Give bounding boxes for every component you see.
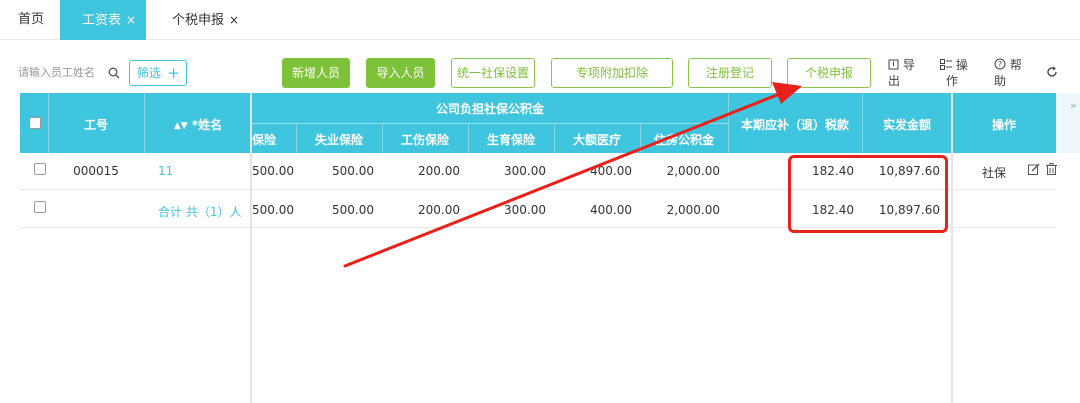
tab-label: 个税申报 bbox=[172, 13, 225, 28]
search-icon[interactable] bbox=[108, 60, 120, 86]
cell-medical: 400.00 bbox=[590, 203, 632, 217]
header-unemployment: 失业保险 bbox=[314, 133, 363, 147]
tool-label: 出 bbox=[888, 74, 901, 88]
header-name-label: *姓名 bbox=[191, 118, 223, 132]
close-icon[interactable]: × bbox=[229, 13, 239, 27]
header-divider bbox=[296, 123, 297, 153]
header-medical: 大额医疗 bbox=[572, 133, 621, 147]
social-link[interactable]: 社保 bbox=[982, 164, 1006, 181]
export-icon bbox=[888, 58, 899, 72]
close-icon[interactable]: × bbox=[126, 13, 136, 27]
help-icon: ? bbox=[994, 58, 1006, 72]
header-net-pay: 实发金额 bbox=[882, 118, 931, 132]
tab-tax-declare[interactable]: 个税申报 × bbox=[158, 0, 253, 40]
tool-label: 操 bbox=[955, 58, 968, 72]
tool-label: 导 bbox=[902, 58, 915, 72]
cell-total-count: 合计 共（1）人 bbox=[158, 205, 242, 219]
header-divider bbox=[862, 93, 863, 153]
header-emp-no[interactable]: 工号 bbox=[48, 116, 144, 133]
header-actions: 操作 bbox=[991, 118, 1016, 132]
trash-icon[interactable] bbox=[1046, 163, 1057, 178]
add-person-button[interactable]: 新增人员 bbox=[282, 58, 350, 88]
special-deduction-button[interactable]: 专项附加扣除 bbox=[551, 58, 673, 88]
help-tool[interactable]: ? 帮 助 bbox=[994, 57, 1028, 89]
import-person-button[interactable]: 导入人员 bbox=[366, 58, 435, 88]
cell-housing: 2,000.00 bbox=[666, 164, 720, 178]
cell-injury: 200.00 bbox=[418, 164, 460, 178]
tool-label: 作 bbox=[946, 74, 959, 88]
header-divider bbox=[48, 93, 49, 153]
operate-tool[interactable]: 操 作 bbox=[940, 57, 974, 89]
export-tool[interactable]: 导 出 bbox=[888, 57, 918, 89]
cell-maternity: 300.00 bbox=[504, 164, 546, 178]
edit-icon[interactable] bbox=[1028, 163, 1040, 178]
frozen-right-divider bbox=[951, 93, 953, 403]
annotation-highlight-box bbox=[788, 155, 948, 233]
tool-label: 助 bbox=[994, 74, 1007, 88]
tool-label: 帮 bbox=[1009, 58, 1022, 72]
header-housing: 住房公积金 bbox=[653, 133, 714, 147]
cell-maternity: 300.00 bbox=[504, 203, 546, 217]
tab-home[interactable]: 首页 bbox=[4, 0, 58, 40]
cell-unemployment: 500.00 bbox=[332, 164, 374, 178]
header-pension: 保险 bbox=[252, 133, 277, 147]
cell-housing: 2,000.00 bbox=[666, 203, 720, 217]
collapse-strip[interactable]: » bbox=[1056, 93, 1080, 153]
cell-medical: 400.00 bbox=[590, 164, 632, 178]
header-injury: 工伤保险 bbox=[400, 133, 449, 147]
header-company-group: 公司负担社保公积金 bbox=[435, 102, 544, 116]
cell-name-link[interactable]: 11 bbox=[158, 164, 173, 178]
cell-pension: 500.00 bbox=[252, 203, 294, 217]
header-tax: 本期应补（退）税款 bbox=[740, 118, 849, 132]
cell-injury: 200.00 bbox=[418, 203, 460, 217]
filter-label: 筛选 bbox=[137, 66, 162, 80]
cell-pension: 500.00 bbox=[252, 164, 294, 178]
plus-icon: + bbox=[167, 64, 180, 82]
tab-salary-sheet[interactable]: 工资表 × bbox=[60, 0, 146, 40]
header-divider bbox=[728, 93, 729, 153]
header-divider bbox=[640, 123, 641, 153]
unified-social-button[interactable]: 统一社保设置 bbox=[451, 58, 535, 88]
svg-text:?: ? bbox=[998, 60, 1002, 69]
cell-unemployment: 500.00 bbox=[332, 203, 374, 217]
row-checkbox[interactable] bbox=[34, 163, 46, 175]
search-placeholder: 请输入员工姓名 bbox=[18, 66, 95, 79]
tab-label: 工资表 bbox=[82, 13, 122, 28]
grid-icon bbox=[940, 58, 952, 72]
register-button[interactable]: 注册登记 bbox=[688, 58, 772, 88]
header-divider bbox=[382, 123, 383, 153]
chevron-right-icon: » bbox=[1070, 99, 1077, 112]
tax-declare-button[interactable]: 个税申报 bbox=[787, 58, 871, 88]
cell-emp-no: 000015 bbox=[73, 164, 119, 178]
header-divider bbox=[468, 123, 469, 153]
refresh-icon[interactable] bbox=[1046, 66, 1058, 82]
row-checkbox[interactable] bbox=[34, 201, 46, 213]
header-name[interactable]: ▲▼ *姓名 bbox=[150, 116, 246, 133]
header-divider bbox=[144, 93, 145, 153]
filter-button[interactable]: 筛选 + bbox=[129, 60, 187, 86]
header-divider bbox=[554, 123, 555, 153]
frozen-left-divider bbox=[250, 93, 252, 403]
select-all-checkbox[interactable] bbox=[29, 117, 41, 129]
sort-icon[interactable]: ▲▼ bbox=[174, 121, 188, 131]
header-maternity: 生育保险 bbox=[486, 133, 535, 147]
tab-label: 首页 bbox=[18, 12, 45, 27]
search-input[interactable]: 请输入员工姓名 bbox=[18, 60, 120, 86]
